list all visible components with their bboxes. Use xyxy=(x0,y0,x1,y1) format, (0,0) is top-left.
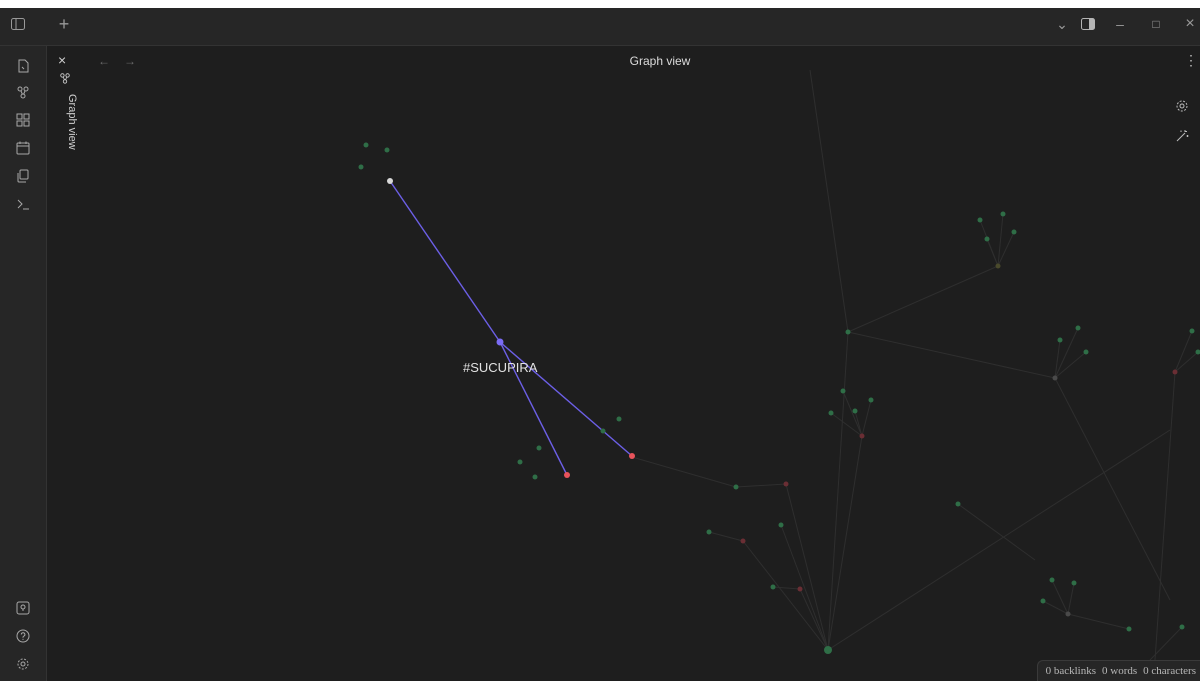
graph-node-focused[interactable] xyxy=(496,338,504,346)
graph-node-red-2[interactable] xyxy=(629,453,635,459)
status-bar: 0 backlinks 0 words 0 characters xyxy=(1036,660,1200,681)
character-count: 0 characters xyxy=(1143,665,1196,677)
calendar-icon[interactable] xyxy=(13,138,33,158)
terminal-icon[interactable] xyxy=(13,194,33,214)
tab-graph-view[interactable]: Graph view xyxy=(66,94,78,150)
word-count: 0 words xyxy=(1102,665,1138,677)
maximize-button[interactable]: □ xyxy=(1146,14,1166,34)
vault-icon[interactable] xyxy=(13,598,33,618)
highlighted-edges xyxy=(389,180,633,476)
graph-settings-gear-icon[interactable] xyxy=(1173,97,1191,115)
graph-icon[interactable] xyxy=(13,82,33,102)
copy-icon[interactable] xyxy=(13,166,33,186)
left-ribbon xyxy=(0,46,47,681)
canvas-icon[interactable] xyxy=(13,110,33,130)
graph-node-red-1[interactable] xyxy=(564,472,570,478)
help-icon[interactable] xyxy=(13,626,33,646)
close-window-button[interactable]: × xyxy=(1180,14,1200,34)
graph-canvas[interactable] xyxy=(82,46,1200,681)
gear-icon[interactable] xyxy=(13,654,33,674)
sidebar-toggle-icon[interactable] xyxy=(8,14,28,34)
graph-tab-icon[interactable] xyxy=(59,72,71,84)
chevron-down-icon[interactable]: ⌄ xyxy=(1052,14,1072,34)
graph-node-white[interactable] xyxy=(387,178,393,184)
split-view-icon[interactable] xyxy=(1078,14,1098,34)
background-nodes xyxy=(358,142,1200,654)
files-icon[interactable] xyxy=(13,56,33,76)
close-tab-button[interactable]: × xyxy=(58,52,66,68)
top-strip xyxy=(0,0,1200,8)
background-edges xyxy=(631,69,1199,661)
title-bar: + ⌄ – □ × xyxy=(0,0,1200,46)
focused-node-label: #SUCUPIRA xyxy=(463,360,538,375)
magic-wand-icon[interactable] xyxy=(1173,127,1191,145)
new-tab-button[interactable]: + xyxy=(54,14,74,34)
minimize-button[interactable]: – xyxy=(1110,14,1130,34)
backlinks-count[interactable]: 0 backlinks xyxy=(1046,665,1096,677)
